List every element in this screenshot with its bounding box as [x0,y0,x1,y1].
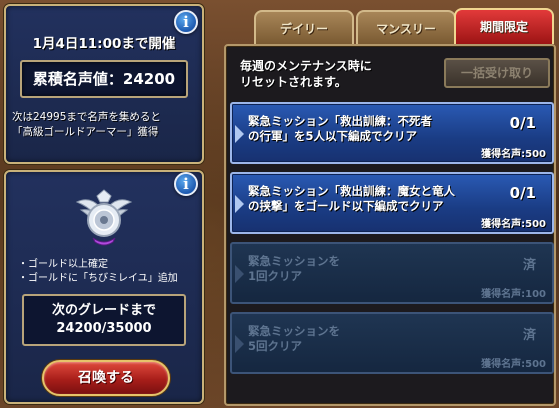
event-info-panel: i 1月4日11:00まで開催 累積名声値：24200 次は24995まで名声を… [4,4,204,164]
mission-title-line: 5回クリア [248,339,303,353]
claim-all-button[interactable]: 一括受け取り [444,58,550,88]
arrow-icon [235,125,244,143]
grade-perks: ゴールド以上確定 ゴールドに「ちびミレイユ」追加 [18,258,178,286]
mission-status: 済 [522,328,536,343]
mission-status: 済 [522,258,536,273]
mission-title-line: 緊急ミッション「救出訓練：不死者 [248,114,432,128]
tab-daily[interactable]: デイリー [254,10,354,44]
reset-note-line: 毎週のメンテナンス時に [240,59,372,73]
next-reward-item: 「高級ゴールドアーマー」獲得 [12,126,159,138]
mission-title: 緊急ミッションを 1回クリア [248,254,488,284]
mission-title-line: 緊急ミッションを [248,324,340,338]
event-period: 1月4日11:00まで開催 [32,36,176,52]
mission-title-line: の挟撃」をゴールド以下編成でクリア [248,199,444,213]
grade-progress-text: 24200/35000 [56,321,152,336]
tab-limited-time[interactable]: 期間限定 [454,8,554,44]
total-fame-box: 累積名声値：24200 [20,60,188,98]
mission-row[interactable]: 緊急ミッション「救出訓練：魔女と竜人 の挟撃」をゴールド以下編成でクリア 0/1… [230,172,554,234]
arrow-icon [235,335,244,353]
mission-title: 緊急ミッション「救出訓練：魔女と竜人 の挟撃」をゴールド以下編成でクリア [248,184,488,214]
grade-panel: i ゴールド以上確定 ゴールドに「ちびミレイユ」追加 次のグレードまで 2420… [4,170,204,404]
mission-title-line: 1回クリア [248,269,303,283]
mission-title-line: 緊急ミッション「救出訓練：魔女と竜人 [248,184,455,198]
mission-reward: 獲得名声:500 [481,219,546,230]
mission-row-completed: 緊急ミッションを 1回クリア 済 獲得名声:100 [230,242,554,304]
mission-title: 緊急ミッション「救出訓練：不死者 の行軍」を5人以下編成でクリア [248,114,488,144]
arrow-icon [235,265,244,283]
mission-row-completed: 緊急ミッションを 5回クリア 済 獲得名声:500 [230,312,554,374]
info-icon[interactable]: i [174,172,198,196]
perk-item: ゴールドに「ちびミレイユ」追加 [18,272,178,286]
mission-reward: 獲得名声:100 [481,289,546,300]
mission-reward: 獲得名声:500 [481,149,546,160]
next-reward-line: 次は24995まで名声を集めると [12,111,161,123]
next-grade-label: 次のグレードまで [51,303,156,318]
summon-button[interactable]: 召喚する [42,360,170,396]
next-reward-note: 次は24995まで名声を集めると 「高級ゴールドアーマー」獲得 [12,110,202,140]
arrow-icon [235,195,244,213]
next-grade-box: 次のグレードまで 24200/35000 [22,294,186,346]
emblem-icon [75,189,133,246]
mission-row[interactable]: 緊急ミッション「救出訓練：不死者 の行軍」を5人以下編成でクリア 0/1 獲得名… [230,102,554,164]
mission-progress: 0/1 [509,184,536,202]
mission-title-line: の行軍」を5人以下編成でクリア [248,129,417,143]
mission-reward: 獲得名声:500 [481,359,546,370]
tab-monthly[interactable]: マンスリー [356,10,456,44]
perk-item: ゴールド以上確定 [18,258,178,272]
reset-note: 毎週のメンテナンス時に リセットされます。 [240,58,372,90]
info-icon[interactable]: i [174,10,198,34]
mission-progress: 0/1 [509,114,536,132]
missions-panel: 毎週のメンテナンス時に リセットされます。 一括受け取り 緊急ミッション「救出訓… [224,44,556,406]
mission-title: 緊急ミッションを 5回クリア [248,324,488,354]
reset-note-line: リセットされます。 [240,75,347,89]
mission-title-line: 緊急ミッションを [248,254,340,268]
